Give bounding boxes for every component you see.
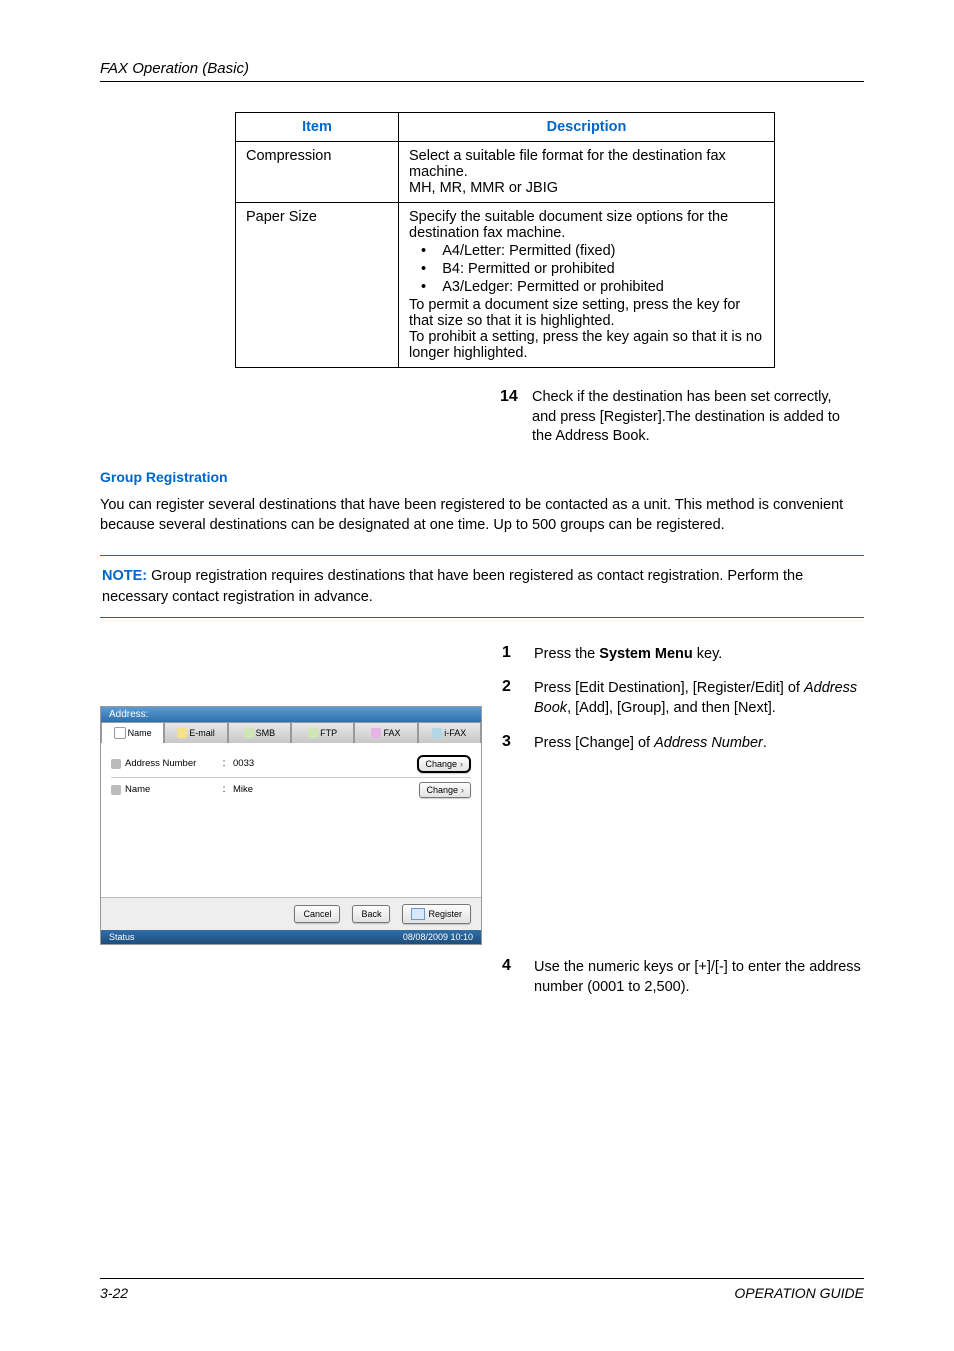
register-btn-label: Register	[428, 909, 462, 919]
step-2-num: 2	[502, 678, 534, 719]
footer-page: 3-22	[100, 1285, 128, 1301]
s2-mid: , [Add], [Group], and then [Next].	[567, 700, 776, 716]
change-btn-label: Change	[426, 785, 458, 795]
status-time: 08/08/2009 10:10	[403, 932, 473, 942]
address-dialog: Address: Name E-mail SMB FTP FAX i-FAX A…	[100, 706, 482, 945]
email-icon	[177, 728, 187, 738]
tab-ifax-label: i-FAX	[444, 728, 466, 738]
note-label: NOTE:	[102, 568, 147, 584]
s1-bold: System Menu	[599, 646, 692, 662]
tab-fax[interactable]: FAX	[354, 722, 417, 743]
footer-guide: OPERATION GUIDE	[734, 1285, 864, 1301]
tab-ftp[interactable]: FTP	[291, 722, 354, 743]
register-button[interactable]: Register	[402, 904, 471, 924]
compression-line1: Select a suitable file format for the de…	[409, 148, 726, 180]
td-compression: Compression	[236, 142, 399, 203]
value-name: Mike	[233, 784, 415, 795]
papersize-intro: Specify the suitable document size optio…	[409, 209, 728, 241]
dialog-tabs: Name E-mail SMB FTP FAX i-FAX	[101, 722, 481, 743]
tab-smb[interactable]: SMB	[228, 722, 291, 743]
running-header: FAX Operation (Basic)	[100, 60, 864, 77]
group-registration-para: You can register several destinations th…	[100, 495, 864, 536]
compression-line2: MH, MR, MMR or JBIG	[409, 180, 558, 196]
step-14-num: 14	[500, 388, 532, 447]
colon: :	[219, 758, 229, 769]
page-footer: 3-22 OPERATION GUIDE	[100, 1278, 864, 1301]
th-item: Item	[236, 113, 399, 142]
b1: A4/Letter: Permitted (fixed)	[442, 243, 615, 259]
td-papersize-desc: Specify the suitable document size optio…	[399, 203, 775, 368]
tab-ftp-label: FTP	[320, 728, 337, 738]
step-14-text: Check if the destination has been set co…	[532, 388, 854, 447]
tab-name[interactable]: Name	[101, 722, 164, 743]
dialog-bottom-bar: Cancel Back Register	[101, 897, 481, 930]
s3-italic: Address Number	[654, 735, 763, 751]
step-3: 3 Press [Change] of Address Number.	[502, 733, 864, 753]
label-name: Name	[125, 784, 215, 795]
s2-pre: Press [Edit Destination], [Register/Edit…	[534, 680, 804, 696]
chevron-right-icon: ›	[460, 759, 463, 769]
dialog-body: Address Number : 0033 Change› Name : Mik…	[101, 743, 481, 897]
step-1: 1 Press the System Menu key.	[502, 644, 864, 664]
note-box: NOTE: Group registration requires destin…	[100, 555, 864, 618]
change-btn-label: Change	[425, 759, 457, 769]
ftp-icon	[308, 728, 318, 738]
dialog-status-bar: Status 08/08/2009 10:10	[101, 930, 481, 944]
step-14: 14 Check if the destination has been set…	[500, 388, 854, 447]
group-registration-heading: Group Registration	[100, 469, 864, 485]
tab-email-label: E-mail	[189, 728, 215, 738]
row-name: Name : Mike Change›	[111, 778, 471, 802]
s3-pre: Press [Change] of	[534, 735, 654, 751]
row-icon	[111, 785, 121, 795]
tab-email[interactable]: E-mail	[164, 722, 227, 743]
th-desc: Description	[399, 113, 775, 142]
s3-post: .	[763, 735, 767, 751]
header-rule	[100, 81, 864, 82]
tab-fax-label: FAX	[383, 728, 400, 738]
label-address-number: Address Number	[125, 758, 215, 769]
tab-name-label: Name	[128, 728, 152, 738]
ifax-icon	[432, 728, 442, 738]
chevron-right-icon: ›	[461, 785, 464, 795]
step-4-text: Use the numeric keys or [+]/[-] to enter…	[534, 957, 864, 998]
step-2-text: Press [Edit Destination], [Register/Edit…	[534, 678, 864, 719]
change-name-button[interactable]: Change›	[419, 782, 471, 798]
cancel-button[interactable]: Cancel	[294, 905, 340, 923]
td-compression-desc: Select a suitable file format for the de…	[399, 142, 775, 203]
smb-icon	[244, 728, 254, 738]
step-4-num: 4	[502, 957, 534, 998]
s1-post: key.	[693, 646, 723, 662]
row-icon	[111, 759, 121, 769]
step-1-text: Press the System Menu key.	[534, 644, 864, 664]
back-button[interactable]: Back	[352, 905, 390, 923]
b3: A3/Ledger: Permitted or prohibited	[442, 279, 664, 295]
row-address-number: Address Number : 0033 Change›	[111, 751, 471, 778]
step-3-num: 3	[502, 733, 534, 753]
step-1-num: 1	[502, 644, 534, 664]
enter-icon	[411, 908, 425, 920]
tab-smb-label: SMB	[256, 728, 276, 738]
step-3-text: Press [Change] of Address Number.	[534, 733, 864, 753]
tab-ifax[interactable]: i-FAX	[418, 722, 481, 743]
value-address-number: 0033	[233, 758, 413, 769]
fax-icon	[371, 728, 381, 738]
step-2: 2 Press [Edit Destination], [Register/Ed…	[502, 678, 864, 719]
colon: :	[219, 784, 229, 795]
status-label: Status	[109, 932, 135, 942]
name-icon	[114, 727, 126, 739]
note-text: Group registration requires destinations…	[102, 568, 803, 604]
dialog-titlebar: Address:	[101, 707, 481, 722]
s1-pre: Press the	[534, 646, 599, 662]
step-4: 4 Use the numeric keys or [+]/[-] to ent…	[502, 957, 864, 998]
change-address-number-button[interactable]: Change›	[417, 755, 471, 773]
papersize-tail: To permit a document size setting, press…	[409, 297, 762, 361]
b2: B4: Permitted or prohibited	[442, 261, 614, 277]
info-table: Item Description Compression Select a su…	[235, 112, 775, 368]
td-papersize: Paper Size	[236, 203, 399, 368]
